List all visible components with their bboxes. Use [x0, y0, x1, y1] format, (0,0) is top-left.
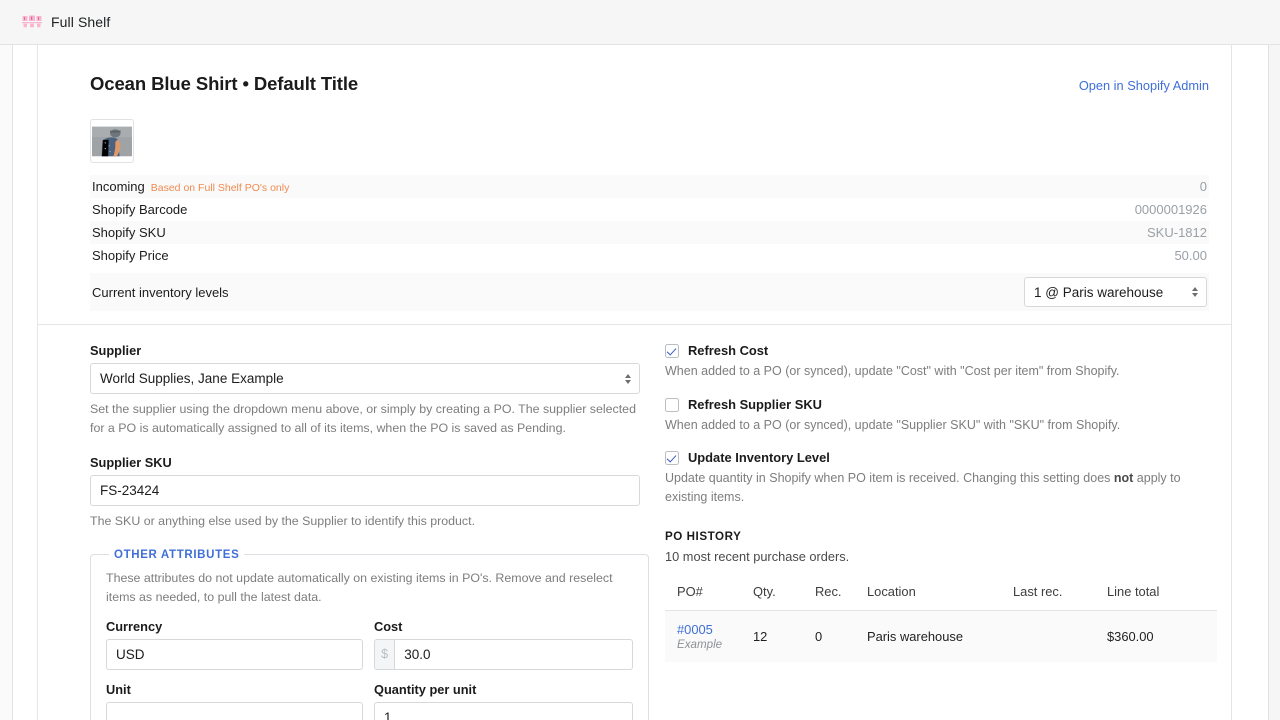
- page-shell: Ocean Blue Shirt• Default Title Open in S…: [0, 45, 1280, 720]
- current-inventory-row: Current inventory levels 1 @ Paris wareh…: [90, 273, 1209, 311]
- current-inventory-label: Current inventory levels: [92, 285, 229, 300]
- column-header-location: Location: [867, 584, 1013, 611]
- unit-input[interactable]: [106, 702, 363, 720]
- info-row-label: Shopify Price: [92, 248, 169, 263]
- left-rail: [0, 45, 13, 720]
- supplier-selected-value: World Supplies, Jane Example: [100, 371, 284, 386]
- supplier-sku-input[interactable]: [90, 475, 640, 506]
- currency-label: Currency: [106, 619, 363, 634]
- update-inventory-level-description: Update quantity in Shopify when PO item …: [665, 469, 1217, 506]
- info-row-value: SKU-1812: [1147, 225, 1207, 240]
- cell-qty: 12: [753, 611, 815, 663]
- title-separator: •: [242, 73, 248, 94]
- cell-line-total: $360.00: [1107, 611, 1217, 663]
- info-row: IncomingBased on Full Shelf PO's only 0: [90, 175, 1209, 198]
- inventory-location-value: 1 @ Paris warehouse: [1034, 285, 1163, 300]
- supplier-sku-help-text: The SKU or anything else used by the Sup…: [90, 512, 640, 531]
- column-header-rec: Rec.: [815, 584, 867, 611]
- info-row-label: IncomingBased on Full Shelf PO's only: [92, 179, 289, 194]
- other-attributes-grid: Currency Cost $: [106, 619, 633, 720]
- qty-per-unit-label: Quantity per unit: [374, 682, 633, 697]
- refresh-cost-description: When added to a PO (or synced), update "…: [665, 362, 1217, 381]
- inventory-location-select[interactable]: 1 @ Paris warehouse: [1024, 277, 1207, 307]
- product-title: Ocean Blue Shirt: [90, 73, 237, 94]
- unit-label: Unit: [106, 682, 363, 697]
- info-row-label: Shopify SKU: [92, 225, 166, 240]
- table-header-row: PO# Qty. Rec. Location Last rec. Line to…: [665, 584, 1217, 611]
- main-content: Ocean Blue Shirt• Default Title Open in S…: [38, 45, 1268, 720]
- cell-po-number: #0005 Example: [665, 611, 753, 663]
- product-info-list: IncomingBased on Full Shelf PO's only 0 …: [90, 175, 1209, 311]
- refresh-cost-label: Refresh Cost: [688, 343, 768, 358]
- description-emphasis: not: [1114, 471, 1133, 485]
- refresh-supplier-sku-label: Refresh Supplier SKU: [688, 397, 822, 412]
- cost-field-wrap: Cost $: [374, 619, 633, 670]
- product-image: [92, 126, 132, 157]
- app-top-bar: Full Shelf: [0, 0, 1280, 45]
- po-history-subtitle: 10 most recent purchase orders.: [665, 549, 1217, 564]
- title-row: Ocean Blue Shirt• Default Title Open in S…: [90, 73, 1209, 95]
- shelf-boxes-icon: [22, 15, 42, 29]
- currency-field-wrap: Currency: [106, 619, 363, 670]
- detail-columns: Supplier World Supplies, Jane Example Se…: [90, 325, 1209, 720]
- info-row: Shopify SKU SKU-1812: [90, 221, 1209, 244]
- supplier-label: Supplier: [90, 343, 640, 358]
- column-header-qty: Qty.: [753, 584, 815, 611]
- info-row-value: 0000001926: [1135, 202, 1207, 217]
- product-thumbnail-frame[interactable]: [90, 119, 134, 163]
- chevron-updown-icon: [625, 374, 631, 384]
- other-attributes-description: These attributes do not update automatic…: [106, 569, 633, 607]
- cost-label: Cost: [374, 619, 633, 634]
- supplier-sku-label: Supplier SKU: [90, 455, 640, 470]
- column-header-po: PO#: [665, 584, 753, 611]
- update-inventory-level-checkbox[interactable]: [665, 451, 679, 465]
- qty-per-unit-input[interactable]: [374, 702, 633, 720]
- page-title: Ocean Blue Shirt• Default Title: [90, 73, 358, 95]
- right-column: Refresh Cost When added to a PO (or sync…: [665, 343, 1217, 720]
- info-row: Shopify Price 50.00: [90, 244, 1209, 267]
- info-row-label: Shopify Barcode: [92, 202, 187, 217]
- info-row: Shopify Barcode 0000001926: [90, 198, 1209, 221]
- po-number-link[interactable]: #0005: [677, 622, 753, 637]
- po-history-table: PO# Qty. Rec. Location Last rec. Line to…: [665, 584, 1217, 662]
- setting-refresh-supplier-sku: Refresh Supplier SKU When added to a PO …: [665, 397, 1217, 435]
- refresh-supplier-sku-checkbox[interactable]: [665, 398, 679, 412]
- currency-input[interactable]: [106, 639, 363, 670]
- info-row-note: Based on Full Shelf PO's only: [151, 182, 290, 194]
- app-name: Full Shelf: [51, 14, 110, 30]
- currency-symbol-icon: $: [374, 639, 394, 670]
- po-history-heading: PO HISTORY: [665, 530, 1217, 543]
- update-inventory-level-label: Update Inventory Level: [688, 450, 830, 465]
- right-rail: [1268, 45, 1280, 720]
- column-header-last-rec: Last rec.: [1013, 584, 1107, 611]
- table-row: #0005 Example 12 0 Paris warehouse $360.…: [665, 611, 1217, 663]
- qty-per-unit-field-wrap: Quantity per unit: [374, 682, 633, 720]
- other-attributes-fieldset: OTHER ATTRIBUTES These attributes do not…: [90, 549, 649, 720]
- open-in-shopify-admin-link[interactable]: Open in Shopify Admin: [1079, 78, 1209, 93]
- cell-location: Paris warehouse: [867, 611, 1013, 663]
- variant-title: Default Title: [254, 73, 358, 94]
- product-detail-card: Ocean Blue Shirt• Default Title Open in S…: [38, 45, 1232, 720]
- cost-input[interactable]: [394, 639, 633, 670]
- cost-input-group: $: [374, 639, 633, 670]
- left-gutter: [13, 45, 38, 720]
- supplier-select[interactable]: World Supplies, Jane Example: [90, 363, 640, 394]
- setting-refresh-cost: Refresh Cost When added to a PO (or sync…: [665, 343, 1217, 381]
- setting-update-inventory-level: Update Inventory Level Update quantity i…: [665, 450, 1217, 506]
- other-attributes-legend: OTHER ATTRIBUTES: [109, 549, 244, 561]
- chevron-updown-icon: [1192, 287, 1198, 297]
- brand: Full Shelf: [22, 14, 110, 30]
- po-example-tag: Example: [677, 638, 753, 651]
- left-column: Supplier World Supplies, Jane Example Se…: [90, 343, 640, 720]
- supplier-help-text: Set the supplier using the dropdown menu…: [90, 400, 640, 437]
- unit-field-wrap: Unit: [106, 682, 363, 720]
- cell-last-rec: [1013, 611, 1107, 663]
- info-row-value: 0: [1200, 179, 1207, 194]
- column-header-line-total: Line total: [1107, 584, 1217, 611]
- info-row-value: 50.00: [1174, 248, 1207, 263]
- refresh-cost-checkbox[interactable]: [665, 344, 679, 358]
- cell-rec: 0: [815, 611, 867, 663]
- refresh-supplier-sku-description: When added to a PO (or synced), update "…: [665, 416, 1217, 435]
